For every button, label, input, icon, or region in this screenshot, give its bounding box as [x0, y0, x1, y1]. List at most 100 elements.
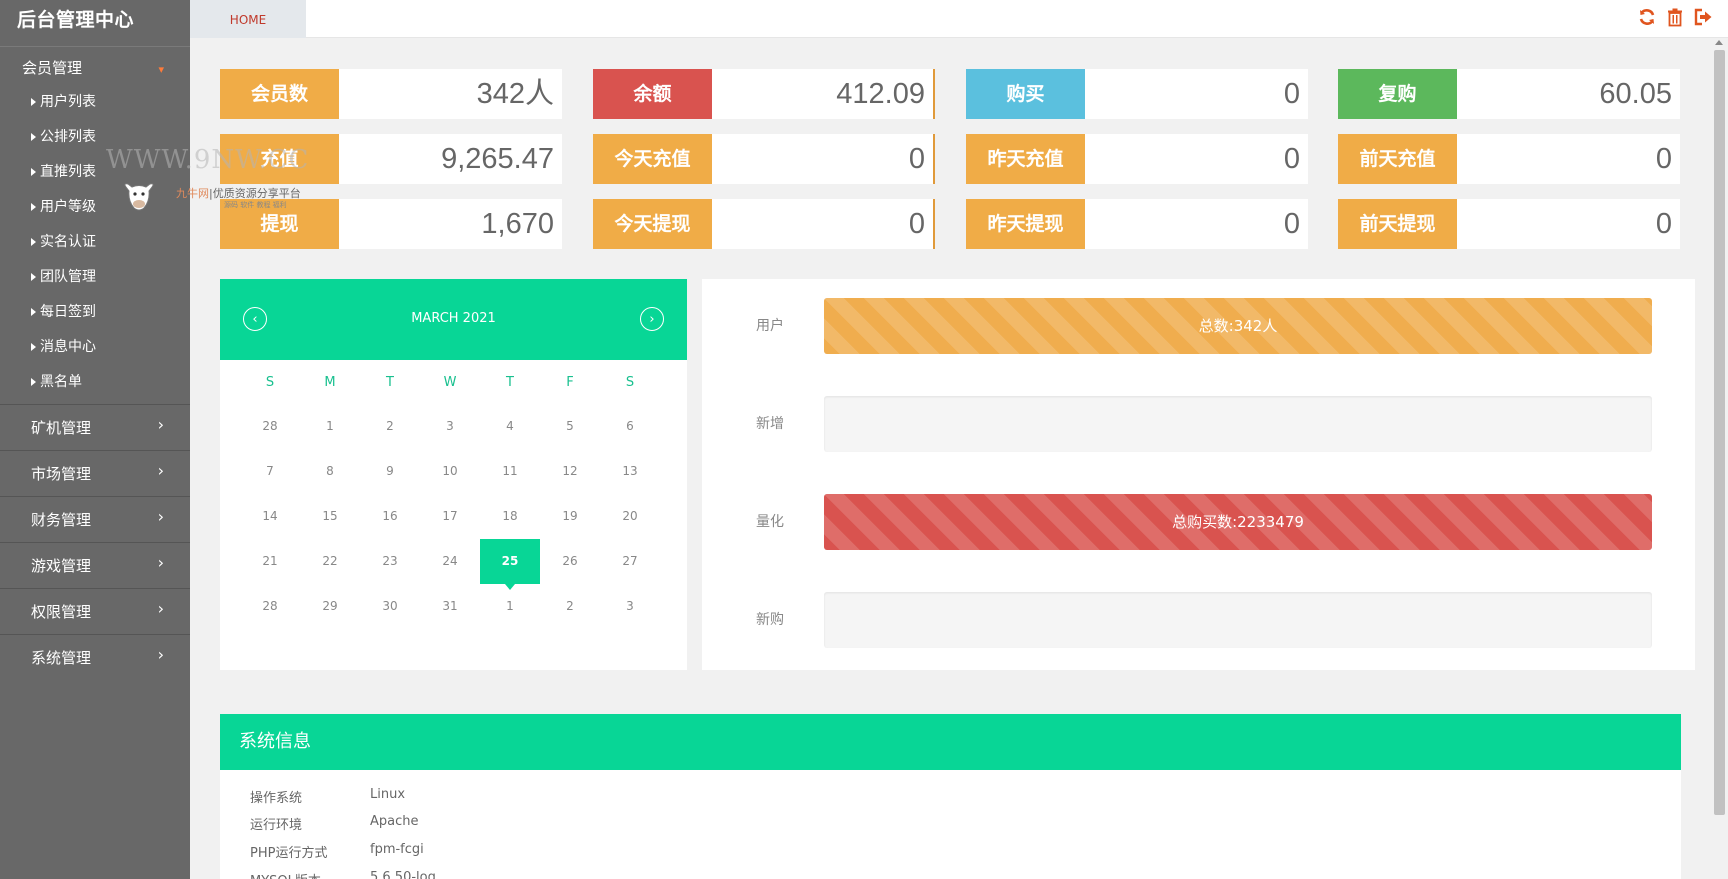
calendar-day[interactable]: 11 [480, 449, 540, 494]
system-info-header: 系统信息 [220, 714, 1681, 770]
calendar-day[interactable]: 3 [420, 404, 480, 449]
calendar-day[interactable]: 22 [300, 539, 360, 584]
sidebar-subitem[interactable]: 团队管理 [0, 264, 190, 299]
calendar-day[interactable]: 13 [600, 449, 660, 494]
sidebar-group[interactable]: 游戏管理 › [0, 542, 190, 588]
sidebar-group-label: 市场管理 [31, 465, 92, 483]
calendar-day[interactable]: 20 [600, 494, 660, 539]
stat-label: 复购 [1338, 69, 1457, 119]
calendar-day[interactable]: 1 [480, 584, 540, 629]
calendar-day[interactable]: 3 [600, 584, 660, 629]
scroll-up-arrow-icon[interactable] [1715, 40, 1723, 45]
stat-label: 余额 [593, 69, 712, 119]
calendar-day[interactable]: 4 [480, 404, 540, 449]
sidebar-subitem-label: 公排列表 [40, 129, 96, 145]
sidebar-group[interactable]: 权限管理 › [0, 588, 190, 634]
system-info-row: MYSQL版本5.6.50-log [250, 870, 436, 879]
calendar-day[interactable]: 29 [300, 584, 360, 629]
progress-panel: 用户 总数:342人 新增 量化 总购买数:2233479 新购 [702, 279, 1695, 670]
calendar-day[interactable]: 30 [360, 584, 420, 629]
calendar-day[interactable]: 7 [240, 449, 300, 494]
stat-card: 会员数 342人 [220, 69, 562, 119]
sidebar-subitem[interactable]: 每日签到 [0, 299, 190, 334]
calendar-day[interactable]: 21 [240, 539, 300, 584]
stat-card: 昨天充值 0 [966, 134, 1308, 184]
calendar-day[interactable]: 12 [540, 449, 600, 494]
sidebar-subitem[interactable]: 用户列表 [0, 89, 190, 124]
sidebar-group[interactable]: 财务管理 › [0, 496, 190, 542]
stat-card: 前天提现 0 [1338, 199, 1680, 249]
calendar-day[interactable]: 18 [480, 494, 540, 539]
trash-icon[interactable] [1664, 6, 1686, 28]
calendar-day[interactable]: 27 [600, 539, 660, 584]
stat-card: 余额 412.09 [593, 69, 935, 119]
calendar-day[interactable]: 24 [420, 539, 480, 584]
app-title: 后台管理中心 [17, 9, 135, 31]
logout-icon[interactable] [1692, 6, 1714, 28]
calendar-day[interactable]: 23 [360, 539, 420, 584]
sidebar: 后台管理中心 会员管理 ▾ 用户列表公排列表直推列表 用户等级 实名认证团队管理每日… [0, 0, 190, 879]
stat-value: 0 [1655, 208, 1672, 240]
stat-value: 0 [1283, 143, 1300, 175]
calendar-day[interactable]: 2 [360, 404, 420, 449]
sidebar-group-label: 系统管理 [31, 649, 92, 667]
calendar-day[interactable]: 1 [300, 404, 360, 449]
calendar-day[interactable]: 6 [600, 404, 660, 449]
stat-value: 0 [1283, 78, 1300, 110]
stat-value: 0 [1655, 143, 1672, 175]
sidebar-subitem-label: 团队管理 [40, 269, 96, 285]
stat-value: 9,265.47 [441, 143, 554, 175]
calendar-day[interactable]: 2 [540, 584, 600, 629]
menu-group-members-header[interactable]: 会员管理 ▾ [0, 47, 190, 89]
sidebar-subitem-label: 消息中心 [40, 339, 96, 355]
system-info-value: 5.6.50-log [370, 870, 436, 879]
calendar-day[interactable]: 26 [540, 539, 600, 584]
calendar-day[interactable]: 19 [540, 494, 600, 539]
tab-home[interactable]: HOME [190, 0, 306, 38]
calendar-day[interactable]: 17 [420, 494, 480, 539]
stat-label: 今天提现 [593, 199, 712, 249]
calendar-day[interactable]: 10 [420, 449, 480, 494]
sidebar-group[interactable]: 系统管理 › [0, 634, 190, 680]
calendar-day[interactable]: 8 [300, 449, 360, 494]
stat-label: 今天充值 [593, 134, 712, 184]
calendar-day[interactable]: 28 [240, 584, 300, 629]
weekday-label: S [625, 375, 635, 390]
caret-right-icon [31, 343, 36, 351]
chevron-right-circle-icon[interactable]: › [640, 307, 664, 331]
progress-fill: 总购买数:2233479 [824, 494, 1652, 550]
sidebar-subitem[interactable]: 实名认证 [0, 229, 190, 264]
calendar-day[interactable]: 14 [240, 494, 300, 539]
scrollbar[interactable] [1711, 38, 1728, 879]
stat-card: 复购 60.05 [1338, 69, 1680, 119]
scrollbar-thumb[interactable] [1714, 50, 1725, 815]
sidebar-subitem[interactable]: 用户等级 [0, 194, 190, 229]
calendar-day[interactable]: 28 [240, 404, 300, 449]
stat-value: 0 [1283, 208, 1300, 240]
calendar-header: ‹ MARCH 2021 › [220, 279, 687, 360]
sidebar-group[interactable]: 市场管理 › [0, 450, 190, 496]
calendar-day[interactable]: 31 [420, 584, 480, 629]
progress-label: 量化 [756, 514, 784, 530]
progress-label: 新购 [756, 612, 784, 628]
caret-right-icon [31, 308, 36, 316]
refresh-icon[interactable] [1636, 6, 1658, 28]
sidebar-subitem[interactable]: 直推列表 [0, 159, 190, 194]
sidebar-group-label: 财务管理 [31, 511, 92, 529]
calendar-day[interactable]: 9 [360, 449, 420, 494]
sidebar-group[interactable]: 矿机管理 › [0, 404, 190, 450]
sidebar-subitem[interactable]: 黑名单 [0, 369, 190, 404]
calendar-day[interactable]: 5 [540, 404, 600, 449]
sidebar-subitem[interactable]: 消息中心 [0, 334, 190, 369]
sidebar-subitem[interactable]: 公排列表 [0, 124, 190, 159]
calendar-day[interactable]: 16 [360, 494, 420, 539]
weekday-label: M [324, 375, 336, 390]
chevron-right-icon: › [157, 507, 164, 526]
calendar-day-selected[interactable]: 25 [480, 539, 540, 590]
caret-right-icon [31, 133, 36, 141]
system-info-key: PHP运行方式 [250, 846, 328, 861]
sidebar-subitem-label: 黑名单 [40, 374, 82, 390]
stat-value: 0 [712, 199, 935, 249]
calendar-day[interactable]: 15 [300, 494, 360, 539]
stat-label: 昨天充值 [966, 134, 1085, 184]
